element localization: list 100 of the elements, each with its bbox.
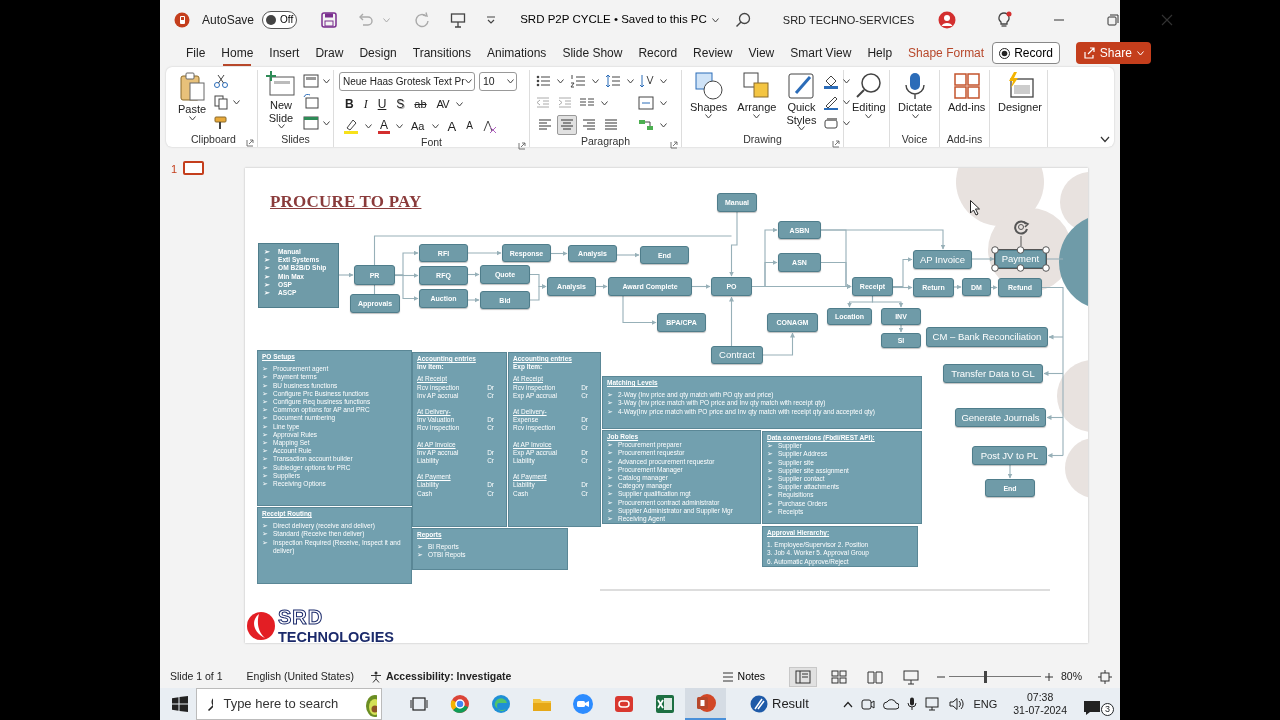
ribbon-tab[interactable]: Draw xyxy=(307,42,352,64)
record-button[interactable]: Record xyxy=(992,42,1060,64)
dialog-launcher-icon[interactable] xyxy=(832,139,840,148)
shape-effects-icon[interactable] xyxy=(823,115,840,131)
caret-icon[interactable] xyxy=(711,17,719,23)
notification-icon[interactable] xyxy=(1083,700,1101,716)
dialog-launcher-icon[interactable] xyxy=(518,142,526,151)
caret-icon[interactable] xyxy=(465,79,472,84)
task-view-icon[interactable] xyxy=(409,696,428,712)
caret-icon[interactable] xyxy=(432,123,440,129)
collapse-ribbon-icon[interactable] xyxy=(1100,136,1110,143)
quick-styles-icon[interactable] xyxy=(786,71,817,101)
caret-icon[interactable] xyxy=(507,79,514,84)
smartart-icon[interactable] xyxy=(638,117,654,133)
app-icon[interactable] xyxy=(612,693,635,715)
fit-slide-icon[interactable] xyxy=(1098,669,1112,684)
font-size-field[interactable]: 10 xyxy=(479,72,517,91)
accessibility-icon[interactable] xyxy=(369,670,382,683)
autosave-toggle[interactable]: Off xyxy=(262,11,298,29)
shapes-icon[interactable] xyxy=(693,71,724,101)
designer-button[interactable]: Designer xyxy=(995,70,1046,115)
zoom-slider-thumb[interactable] xyxy=(983,670,987,683)
highlighter-icon[interactable] xyxy=(343,118,359,134)
color-button[interactable]: A xyxy=(378,118,390,134)
align-text-icon[interactable] xyxy=(638,95,654,111)
caret-icon[interactable] xyxy=(323,120,330,126)
new-slide-button[interactable]: New Slide xyxy=(263,70,299,131)
meet-now-icon[interactable] xyxy=(861,697,876,711)
caret-icon[interactable] xyxy=(660,78,667,84)
avatar-icon[interactable] xyxy=(938,11,957,29)
taskbar-search-field[interactable]: Type here to search xyxy=(223,694,354,714)
arrange-icon[interactable] xyxy=(741,71,772,101)
font-name-field[interactable]: Neue Haas Grotesk Text Pr xyxy=(339,72,475,91)
ribbon-tab[interactable]: Animations xyxy=(479,42,555,64)
line-spacing-icon[interactable] xyxy=(605,73,621,89)
caret-icon[interactable] xyxy=(627,78,634,84)
dialog-launcher-icon[interactable] xyxy=(246,139,254,148)
sorter-view-icon[interactable] xyxy=(831,668,847,685)
document-title-button[interactable]: SRD P2P CYCLE • Saved to this PC xyxy=(520,11,719,29)
caret-icon[interactable] xyxy=(843,99,851,105)
italic-button[interactable]: I xyxy=(361,98,370,110)
cloud-icon[interactable] xyxy=(883,698,900,710)
zoom-in-icon[interactable] xyxy=(1045,672,1053,681)
case-button[interactable]: Aa xyxy=(409,120,427,132)
grow-button[interactable]: A xyxy=(445,119,459,133)
slide-thumbnail[interactable] xyxy=(183,161,205,175)
video-camera-icon[interactable] xyxy=(571,693,594,715)
text-direction-icon[interactable] xyxy=(638,73,654,89)
editing-button[interactable]: Editing xyxy=(849,70,889,120)
save-icon[interactable] xyxy=(321,12,338,28)
reset-icon[interactable] xyxy=(303,94,319,110)
ribbon-tab[interactable]: View xyxy=(740,42,783,64)
input-language[interactable]: ENG xyxy=(973,695,998,713)
customize-icon[interactable] xyxy=(486,15,497,25)
paste-button[interactable]: Paste xyxy=(175,70,210,122)
rotate-handle-icon[interactable] xyxy=(1011,218,1030,246)
dialog-launcher-icon[interactable] xyxy=(670,141,678,150)
caret-icon[interactable] xyxy=(456,101,464,107)
lightbulb-icon[interactable] xyxy=(996,11,1013,29)
slideshow-view-icon[interactable] xyxy=(903,668,919,685)
ribbon-tab[interactable]: Design xyxy=(351,42,405,64)
caret-icon[interactable] xyxy=(557,78,564,84)
caret-icon[interactable] xyxy=(797,126,805,132)
shape-outline-icon[interactable] xyxy=(823,94,840,110)
ribbon-tab[interactable]: Transitions xyxy=(404,42,479,64)
underline-button[interactable]: U xyxy=(375,98,389,110)
cut-icon[interactable] xyxy=(213,73,230,89)
clear-formatting-icon[interactable] xyxy=(480,118,497,134)
add-ins-icon[interactable] xyxy=(951,71,982,101)
notes-button[interactable]: Notes xyxy=(721,668,765,685)
bold-button[interactable]: B xyxy=(343,98,356,110)
caret-icon[interactable] xyxy=(323,78,330,84)
clock[interactable]: 07:38 31-07-2024 xyxy=(1013,690,1067,718)
add-ins-button[interactable]: Add-ins xyxy=(945,70,989,115)
caret-icon[interactable] xyxy=(660,100,667,106)
caret-icon[interactable] xyxy=(396,123,403,129)
caret-icon[interactable] xyxy=(233,99,241,105)
cricket-icon[interactable] xyxy=(750,695,768,713)
format-painter-icon[interactable] xyxy=(213,115,230,131)
presentation-icon[interactable] xyxy=(450,12,467,28)
caret-icon[interactable] xyxy=(705,113,713,119)
shrink-button[interactable]: A xyxy=(464,121,475,131)
caret-icon[interactable] xyxy=(753,113,761,119)
ribbon-tab[interactable]: File xyxy=(178,42,214,64)
zoom-level[interactable]: 80% xyxy=(1061,668,1082,685)
caret-icon[interactable] xyxy=(865,113,873,119)
news-widget[interactable]: Result xyxy=(772,694,809,714)
caret-icon[interactable] xyxy=(277,124,285,130)
ribbon-tab[interactable]: Home xyxy=(213,42,262,64)
shapes-button[interactable]: Shapes xyxy=(687,70,731,120)
new-slide-icon[interactable] xyxy=(266,71,296,99)
caret-icon[interactable] xyxy=(365,123,372,129)
microphone-icon[interactable] xyxy=(907,697,918,711)
shadow-button[interactable]: S xyxy=(394,98,407,110)
bullets-icon[interactable] xyxy=(535,73,551,89)
ribbon-tab[interactable]: Shape Format xyxy=(900,42,993,64)
restore-icon[interactable] xyxy=(1106,13,1121,27)
account-name[interactable]: SRD TECHNO-SERVICES xyxy=(782,11,915,29)
caret-icon[interactable] xyxy=(592,78,599,84)
strike-button[interactable]: ab xyxy=(412,98,429,110)
